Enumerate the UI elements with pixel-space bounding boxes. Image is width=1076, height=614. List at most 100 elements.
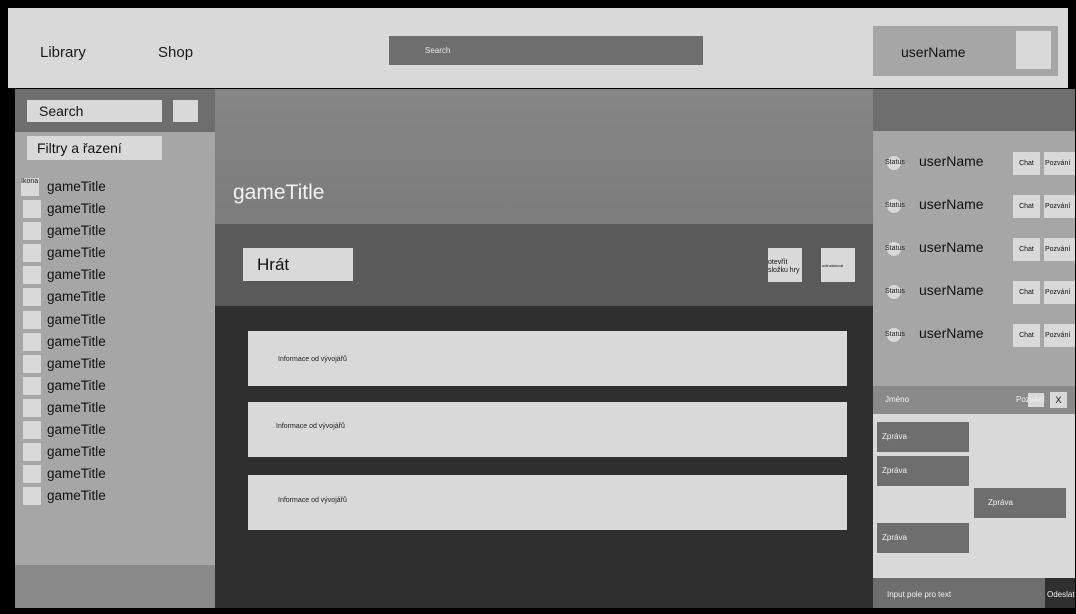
game-title: gameTitle xyxy=(47,245,106,261)
game-title: gameTitle xyxy=(47,488,106,504)
game-title: gameTitle xyxy=(47,289,106,305)
friend-name: userName xyxy=(919,196,984,212)
friend-row: Status userName Chat Pozvání xyxy=(873,191,1075,221)
game-icon xyxy=(23,465,41,484)
chat-close-button[interactable]: X xyxy=(1050,392,1067,408)
game-list-item[interactable]: gameTitle xyxy=(15,464,215,486)
friend-chat-button[interactable]: Chat xyxy=(1013,281,1040,304)
game-icon xyxy=(23,200,41,219)
chat-send-button[interactable]: Odeslat xyxy=(1045,578,1075,608)
game-title: gameTitle xyxy=(47,355,106,371)
user-name: userName xyxy=(901,44,966,60)
chat-message: Zpráva xyxy=(974,488,1066,518)
status-label: Status xyxy=(885,202,905,209)
game-list-item[interactable]: gameTitle xyxy=(15,486,215,508)
game-list-item[interactable]: gameTitle xyxy=(15,265,215,287)
friend-name: userName xyxy=(919,239,984,255)
library-search-button[interactable] xyxy=(173,100,198,122)
game-title: gameTitle xyxy=(47,201,106,217)
user-profile[interactable]: userName xyxy=(873,26,1058,76)
game-detail: gameTitle Hrát otevřít složku hry odinst… xyxy=(215,89,873,608)
game-list-item[interactable]: gameTitle xyxy=(15,199,215,221)
game-list: Ikona gameTitle gameTitle gameTitle gameTitl… xyxy=(15,177,215,508)
status-badge: Status xyxy=(885,285,905,299)
game-title: gameTitle xyxy=(47,466,106,482)
play-button[interactable]: Hrát xyxy=(243,248,353,281)
news-card[interactable]: Informace od vývojářů xyxy=(248,475,847,530)
game-list-item[interactable]: gameTitle xyxy=(15,398,215,420)
uninstall-button[interactable]: odinstalovat xyxy=(821,248,855,282)
game-icon xyxy=(23,332,41,351)
news-card[interactable]: Informace od vývojářů xyxy=(248,331,847,386)
friend-invite-button[interactable]: Pozvání xyxy=(1044,195,1075,218)
news-text: Informace od vývojářů xyxy=(276,423,345,430)
friend-invite-button[interactable]: Pozvání xyxy=(1044,238,1075,261)
chat-contact-name: Jméno xyxy=(885,395,910,404)
game-list-item[interactable]: gameTitle xyxy=(15,420,215,442)
game-list-item[interactable]: gameTitle xyxy=(15,354,215,376)
nav-shop[interactable]: Shop xyxy=(158,44,193,61)
news-card[interactable]: Informace od vývojářů xyxy=(248,402,847,457)
avatar[interactable] xyxy=(1016,31,1051,69)
game-title-heading: gameTitle xyxy=(233,181,325,204)
nav-library[interactable]: Library xyxy=(40,44,86,61)
friend-row: Status userName Chat Pozvání xyxy=(873,148,1075,178)
status-badge: Status xyxy=(885,242,905,256)
status-badge: Status xyxy=(885,199,905,213)
friend-name: userName xyxy=(919,153,984,169)
game-list-item[interactable]: gameTitle xyxy=(15,243,215,265)
chat-message-input[interactable]: Input pole pro text xyxy=(873,578,1045,608)
status-badge: Status xyxy=(885,156,905,170)
friend-chat-button[interactable]: Chat xyxy=(1013,152,1040,175)
friend-chat-button[interactable]: Chat xyxy=(1013,195,1040,218)
chat-invite-button[interactable]: Pozvání xyxy=(1016,395,1045,404)
game-icon xyxy=(23,398,41,417)
friend-row: Status userName Chat Pozvání xyxy=(873,320,1075,350)
chat-window: Jméno Pozvání X Zpráva Zpráva Zpráva Zpr… xyxy=(873,386,1075,608)
game-title: gameTitle xyxy=(47,223,106,239)
friend-row: Status userName Chat Pozvání xyxy=(873,234,1075,264)
news-text: Informace od vývojářů xyxy=(278,497,347,504)
game-hero-banner: gameTitle xyxy=(215,89,873,224)
friends-header xyxy=(873,89,1075,131)
game-list-item[interactable]: gameTitle xyxy=(15,287,215,309)
chat-header: Jméno Pozvání X xyxy=(873,386,1075,414)
game-list-item[interactable]: gameTitle xyxy=(15,221,215,243)
status-label: Status xyxy=(885,331,905,338)
game-library-sidebar: Search Filtry a řazení Ikona gameTitle gam… xyxy=(15,89,215,608)
status-label: Status xyxy=(885,245,905,252)
filter-sort-button[interactable]: Filtry a řazení xyxy=(27,136,162,160)
friend-name: userName xyxy=(919,325,984,341)
friend-invite-button[interactable]: Pozvání xyxy=(1044,324,1075,347)
friend-invite-button[interactable]: Pozvání xyxy=(1044,281,1075,304)
game-icon xyxy=(23,288,41,307)
game-icon xyxy=(23,376,41,395)
chat-message: Zpráva xyxy=(877,422,969,452)
game-list-item[interactable]: gameTitle xyxy=(15,442,215,464)
game-icon xyxy=(23,310,41,329)
game-title: gameTitle xyxy=(47,444,106,460)
friend-chat-button[interactable]: Chat xyxy=(1013,238,1040,261)
game-list-item[interactable]: gameTitle xyxy=(15,332,215,354)
chat-message: Zpráva xyxy=(877,456,969,486)
game-title: gameTitle xyxy=(47,333,106,349)
game-list-item[interactable]: gameTitle xyxy=(15,310,215,332)
friends-panel: Status userName Chat Pozvání Status userName C… xyxy=(873,89,1075,386)
game-title: gameTitle xyxy=(47,399,106,415)
chat-message: Zpráva xyxy=(877,523,969,553)
library-search-input[interactable]: Search xyxy=(27,100,162,122)
game-icon xyxy=(23,266,41,285)
friend-chat-button[interactable]: Chat xyxy=(1013,324,1040,347)
sidebar-footer xyxy=(15,565,215,608)
game-title: gameTitle xyxy=(47,311,106,327)
global-search-input[interactable]: Search xyxy=(389,36,703,65)
game-icon xyxy=(23,354,41,373)
game-icon xyxy=(23,222,41,241)
sidebar-search-bar: Search xyxy=(15,89,215,132)
game-list-item[interactable]: Ikona gameTitle xyxy=(15,177,215,199)
friend-invite-button[interactable]: Pozvání xyxy=(1044,152,1075,175)
game-list-item[interactable]: gameTitle xyxy=(15,376,215,398)
game-icon xyxy=(23,421,41,440)
open-game-folder-button[interactable]: otevřít složku hry xyxy=(768,248,802,282)
friend-row: Status userName Chat Pozvání xyxy=(873,277,1075,307)
